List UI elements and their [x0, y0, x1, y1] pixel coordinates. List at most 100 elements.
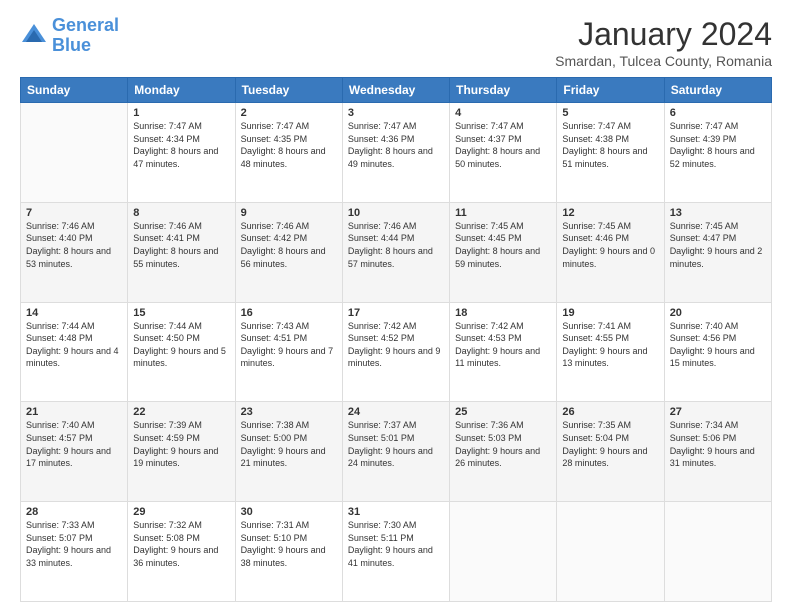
day-number: 9 — [241, 207, 337, 219]
day-number: 11 — [455, 207, 551, 219]
day-info: Sunrise: 7:34 AMSunset: 5:06 PMDaylight:… — [670, 419, 766, 469]
logo-blue: Blue — [52, 35, 91, 55]
calendar-cell: 2Sunrise: 7:47 AMSunset: 4:35 PMDaylight… — [235, 103, 342, 203]
calendar-cell: 11Sunrise: 7:45 AMSunset: 4:45 PMDayligh… — [450, 202, 557, 302]
day-number: 10 — [348, 207, 444, 219]
weekday-header-row: SundayMondayTuesdayWednesdayThursdayFrid… — [21, 78, 772, 103]
day-info: Sunrise: 7:42 AMSunset: 4:52 PMDaylight:… — [348, 320, 444, 370]
calendar-cell: 10Sunrise: 7:46 AMSunset: 4:44 PMDayligh… — [342, 202, 449, 302]
calendar-cell: 31Sunrise: 7:30 AMSunset: 5:11 PMDayligh… — [342, 502, 449, 602]
calendar-cell: 21Sunrise: 7:40 AMSunset: 4:57 PMDayligh… — [21, 402, 128, 502]
day-number: 19 — [562, 307, 658, 319]
day-info: Sunrise: 7:30 AMSunset: 5:11 PMDaylight:… — [348, 519, 444, 569]
day-info: Sunrise: 7:47 AMSunset: 4:36 PMDaylight:… — [348, 120, 444, 170]
calendar-cell: 6Sunrise: 7:47 AMSunset: 4:39 PMDaylight… — [664, 103, 771, 203]
calendar-cell — [664, 502, 771, 602]
title-section: January 2024 Smardan, Tulcea County, Rom… — [555, 16, 772, 69]
day-number: 1 — [133, 107, 229, 119]
day-info: Sunrise: 7:33 AMSunset: 5:07 PMDaylight:… — [26, 519, 122, 569]
weekday-header-sunday: Sunday — [21, 78, 128, 103]
calendar-cell: 1Sunrise: 7:47 AMSunset: 4:34 PMDaylight… — [128, 103, 235, 203]
week-row-1: 1Sunrise: 7:47 AMSunset: 4:34 PMDaylight… — [21, 103, 772, 203]
day-number: 22 — [133, 406, 229, 418]
day-number: 15 — [133, 307, 229, 319]
weekday-header-monday: Monday — [128, 78, 235, 103]
day-number: 8 — [133, 207, 229, 219]
day-number: 27 — [670, 406, 766, 418]
day-number: 5 — [562, 107, 658, 119]
day-info: Sunrise: 7:47 AMSunset: 4:35 PMDaylight:… — [241, 120, 337, 170]
day-info: Sunrise: 7:46 AMSunset: 4:44 PMDaylight:… — [348, 220, 444, 270]
day-number: 16 — [241, 307, 337, 319]
calendar-cell: 19Sunrise: 7:41 AMSunset: 4:55 PMDayligh… — [557, 302, 664, 402]
day-info: Sunrise: 7:35 AMSunset: 5:04 PMDaylight:… — [562, 419, 658, 469]
day-info: Sunrise: 7:41 AMSunset: 4:55 PMDaylight:… — [562, 320, 658, 370]
weekday-header-tuesday: Tuesday — [235, 78, 342, 103]
weekday-header-friday: Friday — [557, 78, 664, 103]
day-number: 2 — [241, 107, 337, 119]
header: General Blue January 2024 Smardan, Tulce… — [20, 16, 772, 69]
calendar-cell — [557, 502, 664, 602]
week-row-4: 21Sunrise: 7:40 AMSunset: 4:57 PMDayligh… — [21, 402, 772, 502]
day-number: 24 — [348, 406, 444, 418]
day-info: Sunrise: 7:40 AMSunset: 4:56 PMDaylight:… — [670, 320, 766, 370]
calendar-cell: 25Sunrise: 7:36 AMSunset: 5:03 PMDayligh… — [450, 402, 557, 502]
day-info: Sunrise: 7:38 AMSunset: 5:00 PMDaylight:… — [241, 419, 337, 469]
calendar-cell: 30Sunrise: 7:31 AMSunset: 5:10 PMDayligh… — [235, 502, 342, 602]
calendar-cell: 22Sunrise: 7:39 AMSunset: 4:59 PMDayligh… — [128, 402, 235, 502]
logo: General Blue — [20, 16, 119, 56]
week-row-2: 7Sunrise: 7:46 AMSunset: 4:40 PMDaylight… — [21, 202, 772, 302]
day-info: Sunrise: 7:46 AMSunset: 4:42 PMDaylight:… — [241, 220, 337, 270]
day-info: Sunrise: 7:44 AMSunset: 4:48 PMDaylight:… — [26, 320, 122, 370]
day-number: 29 — [133, 506, 229, 518]
day-info: Sunrise: 7:39 AMSunset: 4:59 PMDaylight:… — [133, 419, 229, 469]
day-number: 7 — [26, 207, 122, 219]
calendar-cell: 15Sunrise: 7:44 AMSunset: 4:50 PMDayligh… — [128, 302, 235, 402]
week-row-5: 28Sunrise: 7:33 AMSunset: 5:07 PMDayligh… — [21, 502, 772, 602]
day-number: 12 — [562, 207, 658, 219]
logo-icon — [20, 22, 48, 50]
day-info: Sunrise: 7:45 AMSunset: 4:46 PMDaylight:… — [562, 220, 658, 270]
calendar-cell: 20Sunrise: 7:40 AMSunset: 4:56 PMDayligh… — [664, 302, 771, 402]
day-number: 14 — [26, 307, 122, 319]
day-info: Sunrise: 7:45 AMSunset: 4:47 PMDaylight:… — [670, 220, 766, 270]
day-number: 28 — [26, 506, 122, 518]
day-info: Sunrise: 7:37 AMSunset: 5:01 PMDaylight:… — [348, 419, 444, 469]
calendar-cell — [450, 502, 557, 602]
day-info: Sunrise: 7:47 AMSunset: 4:39 PMDaylight:… — [670, 120, 766, 170]
calendar-cell: 8Sunrise: 7:46 AMSunset: 4:41 PMDaylight… — [128, 202, 235, 302]
day-info: Sunrise: 7:46 AMSunset: 4:40 PMDaylight:… — [26, 220, 122, 270]
calendar-cell: 29Sunrise: 7:32 AMSunset: 5:08 PMDayligh… — [128, 502, 235, 602]
month-title: January 2024 — [555, 16, 772, 53]
day-info: Sunrise: 7:31 AMSunset: 5:10 PMDaylight:… — [241, 519, 337, 569]
logo-general: General — [52, 15, 119, 35]
day-info: Sunrise: 7:45 AMSunset: 4:45 PMDaylight:… — [455, 220, 551, 270]
calendar-cell: 27Sunrise: 7:34 AMSunset: 5:06 PMDayligh… — [664, 402, 771, 502]
calendar-cell — [21, 103, 128, 203]
calendar-table: SundayMondayTuesdayWednesdayThursdayFrid… — [20, 77, 772, 602]
day-number: 21 — [26, 406, 122, 418]
week-row-3: 14Sunrise: 7:44 AMSunset: 4:48 PMDayligh… — [21, 302, 772, 402]
calendar-cell: 14Sunrise: 7:44 AMSunset: 4:48 PMDayligh… — [21, 302, 128, 402]
calendar-cell: 18Sunrise: 7:42 AMSunset: 4:53 PMDayligh… — [450, 302, 557, 402]
day-info: Sunrise: 7:42 AMSunset: 4:53 PMDaylight:… — [455, 320, 551, 370]
day-info: Sunrise: 7:40 AMSunset: 4:57 PMDaylight:… — [26, 419, 122, 469]
day-number: 3 — [348, 107, 444, 119]
calendar-page: General Blue January 2024 Smardan, Tulce… — [0, 0, 792, 612]
weekday-header-wednesday: Wednesday — [342, 78, 449, 103]
day-number: 30 — [241, 506, 337, 518]
calendar-cell: 23Sunrise: 7:38 AMSunset: 5:00 PMDayligh… — [235, 402, 342, 502]
calendar-cell: 7Sunrise: 7:46 AMSunset: 4:40 PMDaylight… — [21, 202, 128, 302]
day-info: Sunrise: 7:46 AMSunset: 4:41 PMDaylight:… — [133, 220, 229, 270]
day-number: 18 — [455, 307, 551, 319]
calendar-cell: 5Sunrise: 7:47 AMSunset: 4:38 PMDaylight… — [557, 103, 664, 203]
day-info: Sunrise: 7:32 AMSunset: 5:08 PMDaylight:… — [133, 519, 229, 569]
calendar-cell: 12Sunrise: 7:45 AMSunset: 4:46 PMDayligh… — [557, 202, 664, 302]
day-number: 20 — [670, 307, 766, 319]
day-info: Sunrise: 7:43 AMSunset: 4:51 PMDaylight:… — [241, 320, 337, 370]
calendar-cell: 26Sunrise: 7:35 AMSunset: 5:04 PMDayligh… — [557, 402, 664, 502]
day-number: 4 — [455, 107, 551, 119]
day-info: Sunrise: 7:47 AMSunset: 4:37 PMDaylight:… — [455, 120, 551, 170]
calendar-cell: 9Sunrise: 7:46 AMSunset: 4:42 PMDaylight… — [235, 202, 342, 302]
day-number: 17 — [348, 307, 444, 319]
